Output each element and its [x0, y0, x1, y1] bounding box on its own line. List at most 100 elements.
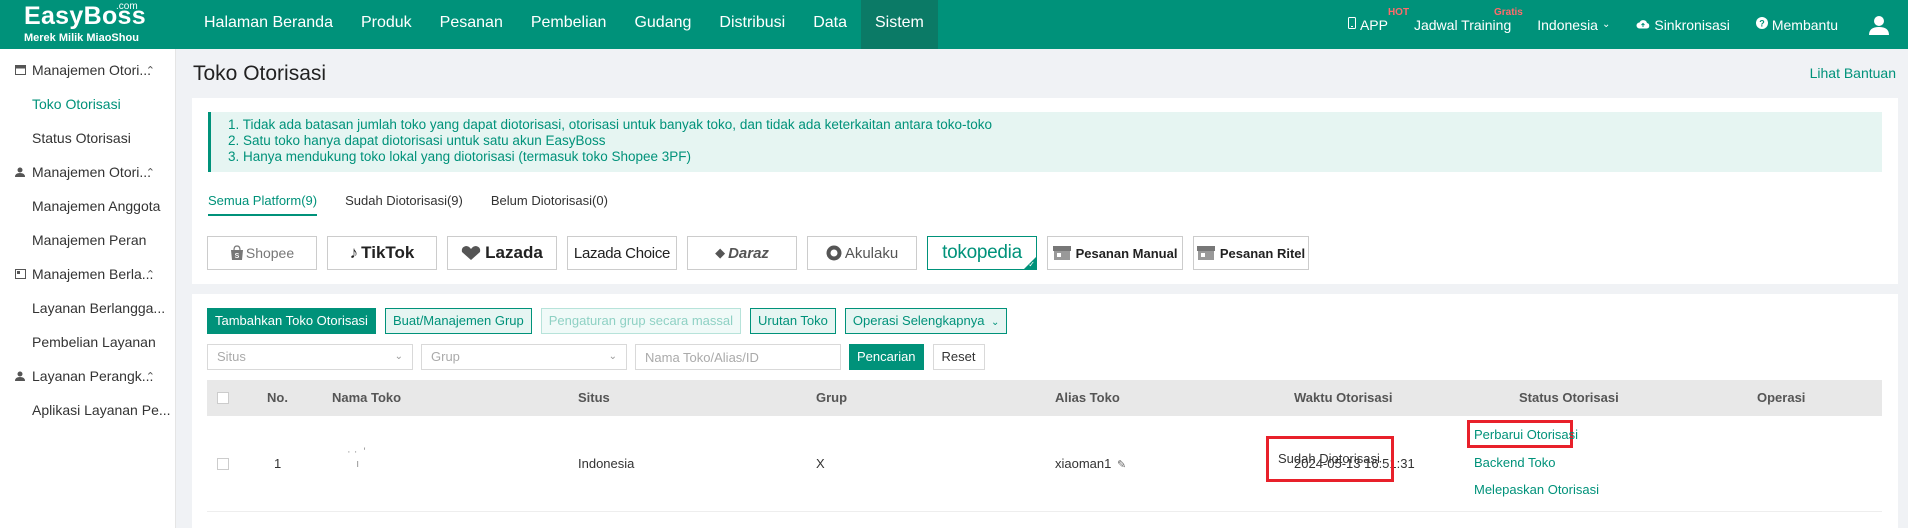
sidebar-item-status-otorisasi[interactable]: Status Otorisasi — [0, 121, 175, 155]
platform-label: Akulaku — [844, 244, 899, 262]
nav-item-data[interactable]: Data — [799, 0, 861, 49]
training-link[interactable]: Jadwal Training Gratis — [1413, 7, 1523, 33]
group-management-button[interactable]: Buat/Manajemen Grup — [384, 308, 532, 334]
sync-label: Sinkronisasi — [1654, 16, 1730, 33]
chevron-down-icon: ⌄ — [1601, 19, 1611, 30]
row-auth-status: Sudah Diotorisasi — [1278, 451, 1380, 466]
sidebar-group-label: Layanan Perangk... — [32, 368, 154, 384]
svg-text:S: S — [235, 253, 240, 260]
platform-tokopedia[interactable]: tokopedia ✓ — [927, 236, 1037, 270]
sidebar-item-layanan-berlangganan[interactable]: Layanan Berlangga... — [0, 291, 175, 325]
shop-icon — [14, 64, 26, 76]
platform-tiktok[interactable]: ♪ TikTok — [327, 236, 437, 270]
search-button[interactable]: Pencarian — [849, 344, 924, 370]
col-header-store-name: Nama Toko — [332, 390, 402, 405]
store-backend-link[interactable]: Backend Toko — [1474, 455, 1555, 470]
nav-item-system[interactable]: Sistem — [860, 0, 938, 49]
app-label: APP — [1359, 16, 1388, 33]
chevron-up-icon: ⌃ — [145, 268, 155, 281]
release-auth-link[interactable]: Melepaskan Otorisasi — [1474, 482, 1599, 497]
more-operations-dropdown[interactable]: Operasi Selengkapnya ⌄ — [844, 308, 1008, 334]
brand-logo[interactable]: EasyBoss .com Merek Milik MiaoShou — [0, 0, 168, 49]
platform-retail-order[interactable]: Pesanan Ritel — [1193, 236, 1309, 270]
sidebar-group-subscription[interactable]: Manajemen Berla... ⌃ — [0, 257, 175, 291]
table-header: No. Nama Toko Situs Grup Alias Toko Wakt… — [207, 380, 1882, 416]
app-link[interactable]: APP HOT — [1347, 7, 1409, 33]
user-icon[interactable] — [1868, 14, 1890, 36]
help-link[interactable]: Lihat Bantuan — [1810, 65, 1896, 81]
sidebar-item-pembelian-layanan[interactable]: Pembelian Layanan — [0, 325, 175, 359]
nav-item-warehouse[interactable]: Gudang — [620, 0, 705, 49]
tab-all-platforms[interactable]: Semua Platform(9) — [208, 193, 318, 216]
store-order-button[interactable]: Urutan Toko — [750, 308, 836, 334]
help-button[interactable]: ? Membantu — [1755, 17, 1838, 33]
col-header-auth-status: Status Otorisasi — [1519, 390, 1619, 405]
tiktok-note-icon: ♪ — [349, 243, 359, 262]
card-icon — [14, 268, 26, 280]
platform-lazada[interactable]: Lazada — [447, 236, 557, 270]
edit-pencil-icon[interactable]: ✎ — [1117, 459, 1126, 471]
store-icon — [1052, 246, 1071, 260]
platform-daraz[interactable]: ◆ Daraz — [687, 236, 797, 270]
platform-label: Daraz — [728, 244, 769, 262]
sidebar-group-software-service[interactable]: Layanan Perangk... ⌃ — [0, 359, 175, 393]
row-checkbox[interactable] — [217, 458, 229, 470]
platform-tabs: Semua Platform(9) Sudah Diotorisasi(9) B… — [208, 193, 636, 216]
row-group: X — [816, 456, 825, 471]
sidebar-group-member-management[interactable]: Manajemen Otori... ⌃ — [0, 155, 175, 189]
reset-button[interactable]: Reset — [932, 344, 985, 370]
row-no: 1 — [274, 456, 282, 471]
language-select[interactable]: Indonesia ⌄ — [1537, 17, 1610, 33]
store-name-redacted: · · ' ı — [347, 446, 366, 470]
nav-item-home[interactable]: Halaman Beranda — [190, 0, 347, 49]
platform-akulaku[interactable]: Akulaku — [807, 236, 917, 270]
filter-bar: Situs ⌄ Grup ⌄ Pencarian Reset — [207, 344, 985, 370]
tab-unauthorized[interactable]: Belum Diotorisasi(0) — [491, 193, 608, 216]
training-free-badge: Gratis — [1493, 6, 1523, 18]
add-store-button[interactable]: Tambahkan Toko Otorisasi — [207, 308, 376, 334]
notice-line: 2. Satu toko hanya dapat diotorisasi unt… — [228, 133, 606, 148]
store-icon — [1196, 246, 1215, 260]
phone-icon — [1347, 17, 1356, 32]
platform-label: TikTok — [361, 243, 415, 262]
language-label: Indonesia — [1537, 16, 1598, 33]
renew-auth-link[interactable]: Perbarui Otorisasi — [1474, 427, 1578, 442]
sidebar-group-auth-management[interactable]: Manajemen Otori... ⌃ — [0, 53, 175, 87]
group-select[interactable]: Grup ⌄ — [421, 344, 627, 370]
platform-shopee[interactable]: S Shopee — [207, 236, 317, 270]
platform-label: Lazada — [485, 243, 543, 262]
row-alias: xiaoman1 ✎ — [1055, 456, 1126, 471]
question-circle-icon: ? — [1755, 17, 1768, 32]
group-select-placeholder: Grup — [431, 349, 460, 364]
platform-label: Pesanan Manual — [1075, 245, 1178, 261]
platform-label: Lazada Choice — [573, 244, 671, 262]
mass-group-button[interactable]: Pengaturan grup secara massal — [540, 308, 742, 334]
cloud-icon — [1636, 18, 1650, 32]
nav-item-distribution[interactable]: Distribusi — [705, 0, 799, 49]
col-header-group: Grup — [816, 390, 848, 405]
sidebar-item-toko-otorisasi[interactable]: Toko Otorisasi — [0, 87, 175, 121]
notice-line: 1. Tidak ada batasan jumlah toko yang da… — [228, 117, 992, 132]
sidebar-item-manajemen-peran[interactable]: Manajemen Peran — [0, 223, 175, 257]
site-select[interactable]: Situs ⌄ — [207, 344, 413, 370]
tab-authorized[interactable]: Sudah Diotorisasi(9) — [345, 193, 463, 216]
platform-lazada-choice[interactable]: Lazada Choice — [567, 236, 677, 270]
col-header-alias: Alias Toko — [1055, 390, 1120, 405]
sync-button[interactable]: Sinkronisasi — [1636, 16, 1730, 33]
nav-item-purchase[interactable]: Pembelian — [517, 0, 621, 49]
select-all-checkbox[interactable] — [217, 392, 229, 404]
status-highlight-box: Sudah Diotorisasi — [1266, 436, 1394, 482]
sidebar-item-aplikasi-layanan[interactable]: Aplikasi Layanan Pe... — [0, 393, 175, 427]
search-input[interactable] — [635, 344, 841, 370]
chevron-down-icon: ⌄ — [394, 351, 403, 362]
chevron-up-icon: ⌃ — [145, 370, 155, 383]
nav-item-products[interactable]: Produk — [347, 0, 426, 49]
nav-item-orders[interactable]: Pesanan — [426, 0, 517, 49]
notice-line: 3. Hanya mendukung toko lokal yang dioto… — [228, 149, 692, 164]
sidebar-item-manajemen-anggota[interactable]: Manajemen Anggota — [0, 189, 175, 223]
col-header-operations: Operasi — [1757, 390, 1806, 405]
platform-manual-order[interactable]: Pesanan Manual — [1047, 236, 1183, 270]
sidebar: Manajemen Otori... ⌃ Toko Otorisasi Stat… — [0, 49, 176, 528]
row-site: Indonesia — [578, 456, 635, 471]
training-label: Jadwal Training — [1413, 16, 1512, 33]
